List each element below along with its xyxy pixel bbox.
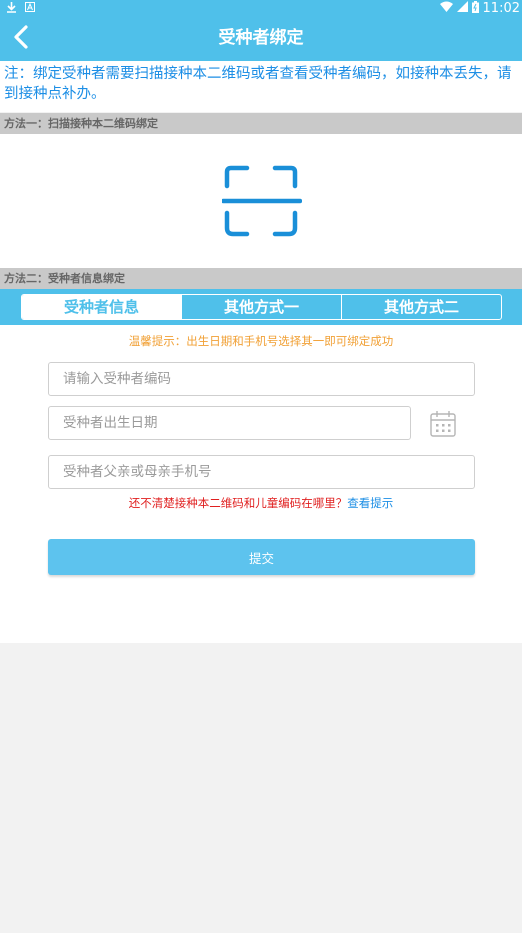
- recipient-code-input[interactable]: [48, 362, 475, 396]
- submit-button[interactable]: 提交: [48, 539, 475, 575]
- method-two-header: 方法二：受种者信息绑定: [0, 268, 522, 289]
- tab-other-method-two[interactable]: 其他方式二: [341, 295, 501, 319]
- method-one-header: 方法一：扫描接种本二维码绑定: [0, 113, 522, 134]
- download-icon: [6, 1, 17, 15]
- a-icon: [25, 2, 35, 14]
- help-text: 还不清楚接种本二维码和儿童编码在哪里？: [128, 496, 348, 510]
- tip-text: 温馨提示：出生日期和手机号选择其一即可绑定成功: [128, 334, 394, 348]
- battery-icon: [471, 0, 479, 16]
- parent-phone-input[interactable]: [48, 455, 475, 489]
- scan-area: [0, 134, 522, 268]
- calendar-icon: [428, 411, 458, 443]
- page-title: 受种者绑定: [218, 28, 304, 48]
- calendar-button[interactable]: [428, 409, 458, 439]
- status-bar: 11:02: [0, 0, 522, 16]
- qr-scan-icon: [220, 165, 303, 243]
- qr-scan-button[interactable]: [220, 164, 303, 239]
- tab-recipient-info[interactable]: 受种者信息: [22, 295, 181, 319]
- tabs-bar: 受种者信息 其他方式一 其他方式二: [0, 289, 522, 325]
- binding-form: 温馨提示：出生日期和手机号选择其一即可绑定成功 还不清楚接种本二维码和儿童编码在…: [0, 325, 522, 643]
- help-line: 还不清楚接种本二维码和儿童编码在哪里？查看提示: [0, 495, 522, 511]
- app-bar: 受种者绑定: [0, 16, 522, 61]
- birthdate-input[interactable]: [48, 406, 411, 440]
- tab-other-method-one[interactable]: 其他方式一: [181, 295, 341, 319]
- notice-text: 注：绑定受种者需要扫描接种本二维码或者查看受种者编码，如接种本丢失，请到接种点补…: [0, 61, 522, 112]
- status-time: 11:02: [482, 0, 520, 16]
- signal-icon: [456, 1, 468, 15]
- wifi-icon: [439, 1, 453, 15]
- view-hint-link[interactable]: 查看提示: [347, 496, 393, 510]
- binding-method-tabs: 受种者信息 其他方式一 其他方式二: [21, 294, 502, 320]
